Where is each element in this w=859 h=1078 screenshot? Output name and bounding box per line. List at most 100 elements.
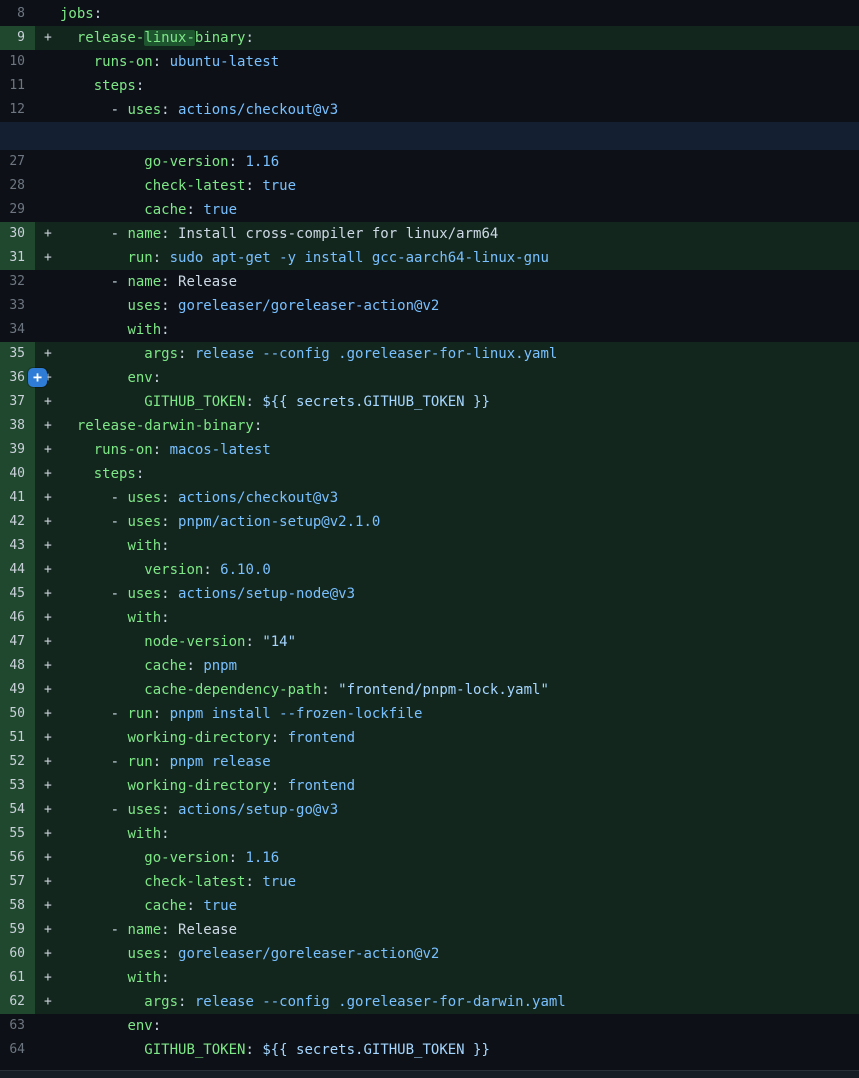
line-number-35[interactable]: 35	[0, 342, 35, 366]
line-number-40[interactable]: 40	[0, 462, 35, 486]
token-key: env	[127, 370, 152, 386]
token-plain	[60, 202, 144, 218]
line-number-47[interactable]: 47	[0, 630, 35, 654]
line-number-33[interactable]: 33	[0, 294, 35, 318]
diff-line-32: 32 - name: Release	[0, 270, 859, 294]
line-number-56[interactable]: 56	[0, 846, 35, 870]
token-plain	[60, 370, 127, 386]
code-text: - uses: pnpm/action-setup@v2.1.0	[60, 510, 859, 534]
token-key: go-version	[144, 154, 228, 170]
line-number-45[interactable]: 45	[0, 582, 35, 606]
token-plain: :	[161, 826, 169, 842]
token-plain: :	[153, 1018, 161, 1034]
token-value: pnpm/action-setup@v2.1.0	[178, 514, 380, 530]
line-number-54[interactable]: 54	[0, 798, 35, 822]
token-plain	[60, 466, 94, 482]
line-number-64[interactable]: 64	[0, 1038, 35, 1062]
code-text: go-version: 1.16	[60, 150, 859, 174]
line-number-57[interactable]: 57	[0, 870, 35, 894]
code-text: with:	[60, 966, 859, 990]
code-text: uses: goreleaser/goreleaser-action@v2	[60, 294, 859, 318]
line-number-38[interactable]: 38	[0, 414, 35, 438]
line-number-63[interactable]: 63	[0, 1014, 35, 1038]
token-plain: :	[178, 994, 195, 1010]
line-number-58[interactable]: 58	[0, 894, 35, 918]
diff-marker	[35, 50, 60, 74]
line-number-53[interactable]: 53	[0, 774, 35, 798]
line-number-42[interactable]: 42	[0, 510, 35, 534]
diff-line-29: 29 cache: true	[0, 198, 859, 222]
line-number-61[interactable]: 61	[0, 966, 35, 990]
line-number-62[interactable]: 62	[0, 990, 35, 1014]
line-number-34[interactable]: 34	[0, 318, 35, 342]
diff-line-41: 41+ - uses: actions/checkout@v3	[0, 486, 859, 510]
token-value: 1.16	[245, 154, 279, 170]
line-number-10[interactable]: 10	[0, 50, 35, 74]
line-number-52[interactable]: 52	[0, 750, 35, 774]
line-number-51[interactable]: 51	[0, 726, 35, 750]
token-string: ${{ secrets.GITHUB_TOKEN }}	[262, 394, 490, 410]
diff-line-56: 56+ go-version: 1.16	[0, 846, 859, 870]
token-plain: :	[153, 54, 170, 70]
token-plain	[60, 946, 127, 962]
line-number-39[interactable]: 39	[0, 438, 35, 462]
diff-line-39: 39+ runs-on: macos-latest	[0, 438, 859, 462]
line-number-12[interactable]: 12	[0, 98, 35, 122]
diff-line-33: 33 uses: goreleaser/goreleaser-action@v2	[0, 294, 859, 318]
line-number-11[interactable]: 11	[0, 74, 35, 98]
line-number-50[interactable]: 50	[0, 702, 35, 726]
code-text: check-latest: true	[60, 870, 859, 894]
diff-line-34: 34 with:	[0, 318, 859, 342]
line-number-32[interactable]: 32	[0, 270, 35, 294]
line-number-48[interactable]: 48	[0, 654, 35, 678]
line-number-44[interactable]: 44	[0, 558, 35, 582]
line-number-29[interactable]: 29	[0, 198, 35, 222]
token-plain	[60, 346, 144, 362]
token-plain: :	[321, 682, 338, 698]
diff-marker	[35, 270, 60, 294]
line-number-55[interactable]: 55	[0, 822, 35, 846]
line-number-46[interactable]: 46	[0, 606, 35, 630]
token-plain	[60, 418, 77, 434]
code-text: env:	[60, 1014, 859, 1038]
diff-marker: +	[35, 462, 60, 486]
token-plain: :	[271, 730, 288, 746]
token-value: goreleaser/goreleaser-action@v2	[178, 946, 439, 962]
add-comment-button[interactable]: +	[28, 368, 47, 387]
line-number-37[interactable]: 37	[0, 390, 35, 414]
token-plain: :	[245, 1042, 262, 1058]
line-number-60[interactable]: 60	[0, 942, 35, 966]
token-key: name	[127, 226, 161, 242]
diff-marker: +	[35, 414, 60, 438]
code-text: runs-on: macos-latest	[60, 438, 859, 462]
diff-marker: +	[35, 486, 60, 510]
token-plain	[60, 394, 144, 410]
line-number-28[interactable]: 28	[0, 174, 35, 198]
diff-marker: +	[35, 774, 60, 798]
token-value: actions/setup-go@v3	[178, 802, 338, 818]
token-plain: :	[161, 586, 178, 602]
line-number-31[interactable]: 31	[0, 246, 35, 270]
line-number-8[interactable]: 8	[0, 2, 35, 26]
line-number-41[interactable]: 41	[0, 486, 35, 510]
diff-marker: +	[35, 582, 60, 606]
diff-line-53: 53+ working-directory: frontend	[0, 774, 859, 798]
line-number-43[interactable]: 43	[0, 534, 35, 558]
line-number-30[interactable]: 30	[0, 222, 35, 246]
diff-marker: +	[35, 222, 60, 246]
token-key: uses	[127, 514, 161, 530]
line-number-49[interactable]: 49	[0, 678, 35, 702]
line-number-59[interactable]: 59	[0, 918, 35, 942]
diff-marker	[35, 294, 60, 318]
diff-line-60: 60+ uses: goreleaser/goreleaser-action@v…	[0, 942, 859, 966]
hunk-expander[interactable]	[0, 122, 859, 150]
line-number-9[interactable]: 9	[0, 26, 35, 50]
token-key: runs-on	[94, 54, 153, 70]
token-plain: -	[60, 754, 127, 770]
line-number-27[interactable]: 27	[0, 150, 35, 174]
code-text: with:	[60, 822, 859, 846]
token-plain: :	[161, 226, 178, 242]
token-plain	[60, 682, 144, 698]
token-string: ${{ secrets.GITHUB_TOKEN }}	[262, 1042, 490, 1058]
token-value: actions/checkout@v3	[178, 490, 338, 506]
